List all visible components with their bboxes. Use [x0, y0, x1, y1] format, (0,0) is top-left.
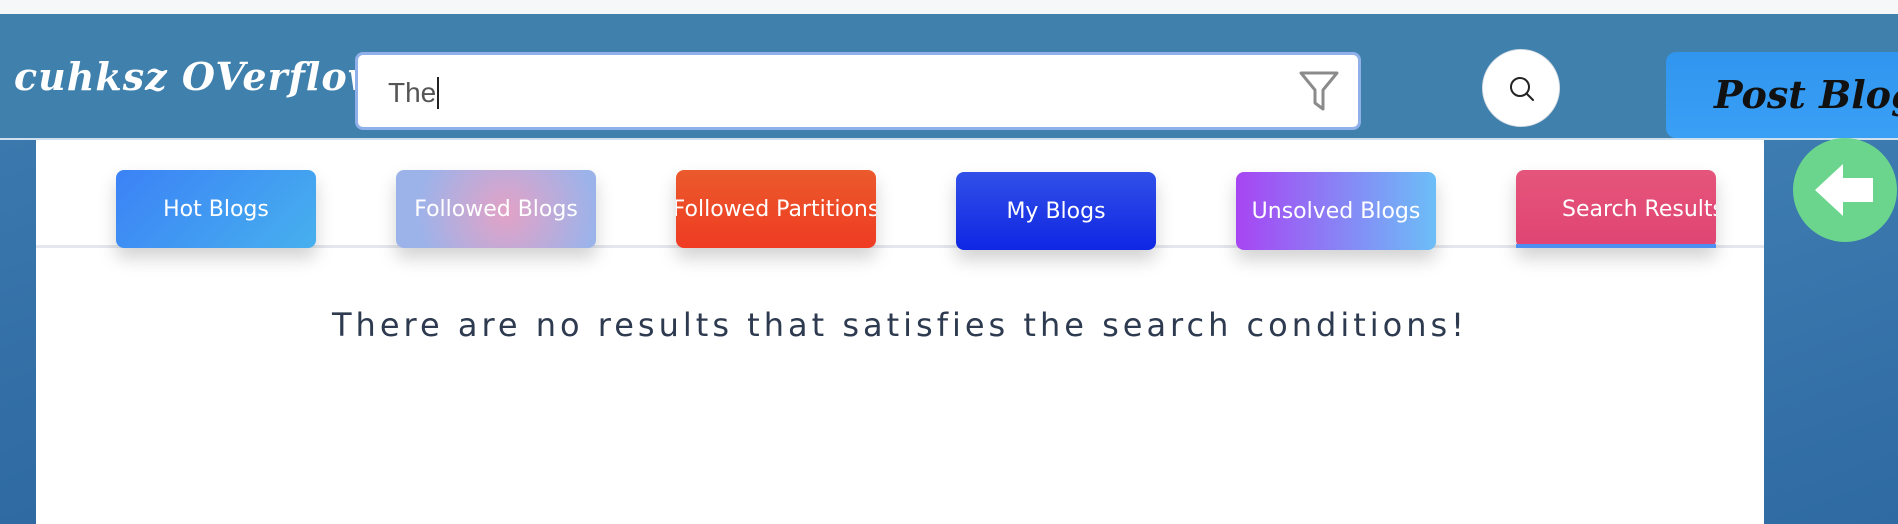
- search-input[interactable]: The: [355, 52, 1361, 130]
- search-icon: [1510, 77, 1534, 101]
- no-results-message: There are no results that satisfies the …: [332, 306, 1468, 344]
- post-blog-label: Post Blog: [1714, 72, 1898, 117]
- search-button[interactable]: [1482, 49, 1560, 127]
- tab-search-results[interactable]: Search Results: [1516, 170, 1716, 248]
- search-input-value[interactable]: The: [388, 76, 440, 109]
- active-tab-indicator: [1516, 244, 1716, 248]
- tab-followed-partitions[interactable]: Followed Partitions: [676, 170, 876, 248]
- top-strip: [0, 0, 1898, 14]
- site-logo[interactable]: cuhksz OVerflow: [14, 54, 381, 99]
- post-blog-button[interactable]: Post Blog: [1666, 52, 1898, 138]
- tab-hot-blogs[interactable]: Hot Blogs: [116, 170, 316, 248]
- back-button[interactable]: [1793, 138, 1897, 242]
- tab-followed-blogs[interactable]: Followed Blogs: [396, 170, 596, 248]
- text-caret: [437, 76, 440, 109]
- tab-my-blogs[interactable]: My Blogs: [956, 172, 1156, 250]
- arrow-left-icon: [1815, 164, 1873, 216]
- tab-unsolved-blogs[interactable]: Unsolved Blogs: [1236, 172, 1436, 250]
- filter-icon[interactable]: [1298, 69, 1340, 113]
- header-bar: cuhksz OVerflow The Post Blog: [0, 14, 1898, 140]
